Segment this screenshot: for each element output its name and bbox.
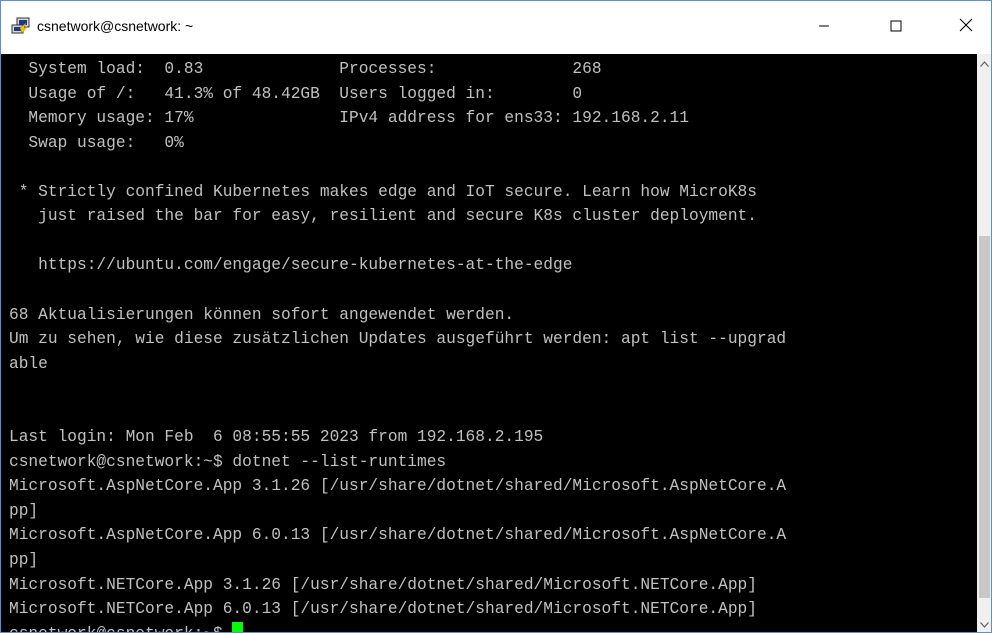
terminal-line: * Strictly confined Kubernetes makes edg… [9, 182, 757, 201]
terminal-line: Microsoft.AspNetCore.App 3.1.26 [/usr/sh… [9, 477, 787, 496]
scrollbar-thumb[interactable] [979, 236, 990, 598]
minimize-icon [818, 19, 830, 37]
terminal-line: Last login: Mon Feb 6 08:55:55 2023 from… [9, 428, 544, 447]
putty-icon[interactable] [11, 17, 31, 37]
chevron-down-icon [980, 615, 989, 633]
vertical-scrollbar[interactable] [977, 54, 991, 633]
terminal-line: Swap usage: 0% [9, 133, 184, 152]
window-title: csnetwork@csnetwork: ~ [37, 18, 194, 34]
shell-prompt: csnetwork@csnetwork:~$ [9, 625, 232, 632]
maximize-icon [890, 19, 902, 37]
terminal-line: just raised the bar for easy, resilient … [9, 207, 757, 226]
scroll-up-button[interactable] [977, 54, 991, 72]
scroll-down-button[interactable] [977, 615, 991, 633]
close-icon [959, 18, 973, 37]
terminal-output[interactable]: System load: 0.83 Processes: 268 Usage o… [9, 57, 975, 632]
minimize-button[interactable] [801, 1, 847, 54]
terminal-window: csnetwork@csnetwork: ~ System load: 0.83… [0, 0, 992, 633]
terminal-line: Um zu sehen, wie diese zusätzlichen Upda… [9, 330, 787, 349]
maximize-button[interactable] [873, 1, 919, 54]
terminal-line: System load: 0.83 Processes: 268 [9, 60, 602, 78]
terminal-line: Microsoft.AspNetCore.App 6.0.13 [/usr/sh… [9, 526, 787, 545]
terminal-cursor [232, 621, 244, 632]
title-bar[interactable]: csnetwork@csnetwork: ~ [1, 1, 991, 54]
terminal-line: csnetwork@csnetwork:~$ dotnet --list-run… [9, 452, 447, 471]
terminal-prompt-line: csnetwork@csnetwork:~$ [9, 621, 244, 632]
terminal-line: Memory usage: 17% IPv4 address for ens33… [9, 109, 689, 128]
terminal-line: pp] [9, 501, 39, 520]
chevron-up-icon [980, 54, 989, 72]
terminal-line: able [9, 354, 48, 373]
terminal-line: Microsoft.NETCore.App 6.0.13 [/usr/share… [9, 600, 757, 619]
terminal-line: pp] [9, 551, 39, 569]
terminal-line: 68 Aktualisierungen können sofort angewe… [9, 305, 515, 324]
terminal-line: Microsoft.NETCore.App 3.1.26 [/usr/share… [9, 575, 757, 594]
terminal-line: Usage of /: 41.3% of 48.42GB Users logge… [9, 84, 583, 103]
terminal-line: https://ubuntu.com/engage/secure-kuberne… [9, 256, 573, 275]
close-button[interactable] [943, 1, 989, 54]
